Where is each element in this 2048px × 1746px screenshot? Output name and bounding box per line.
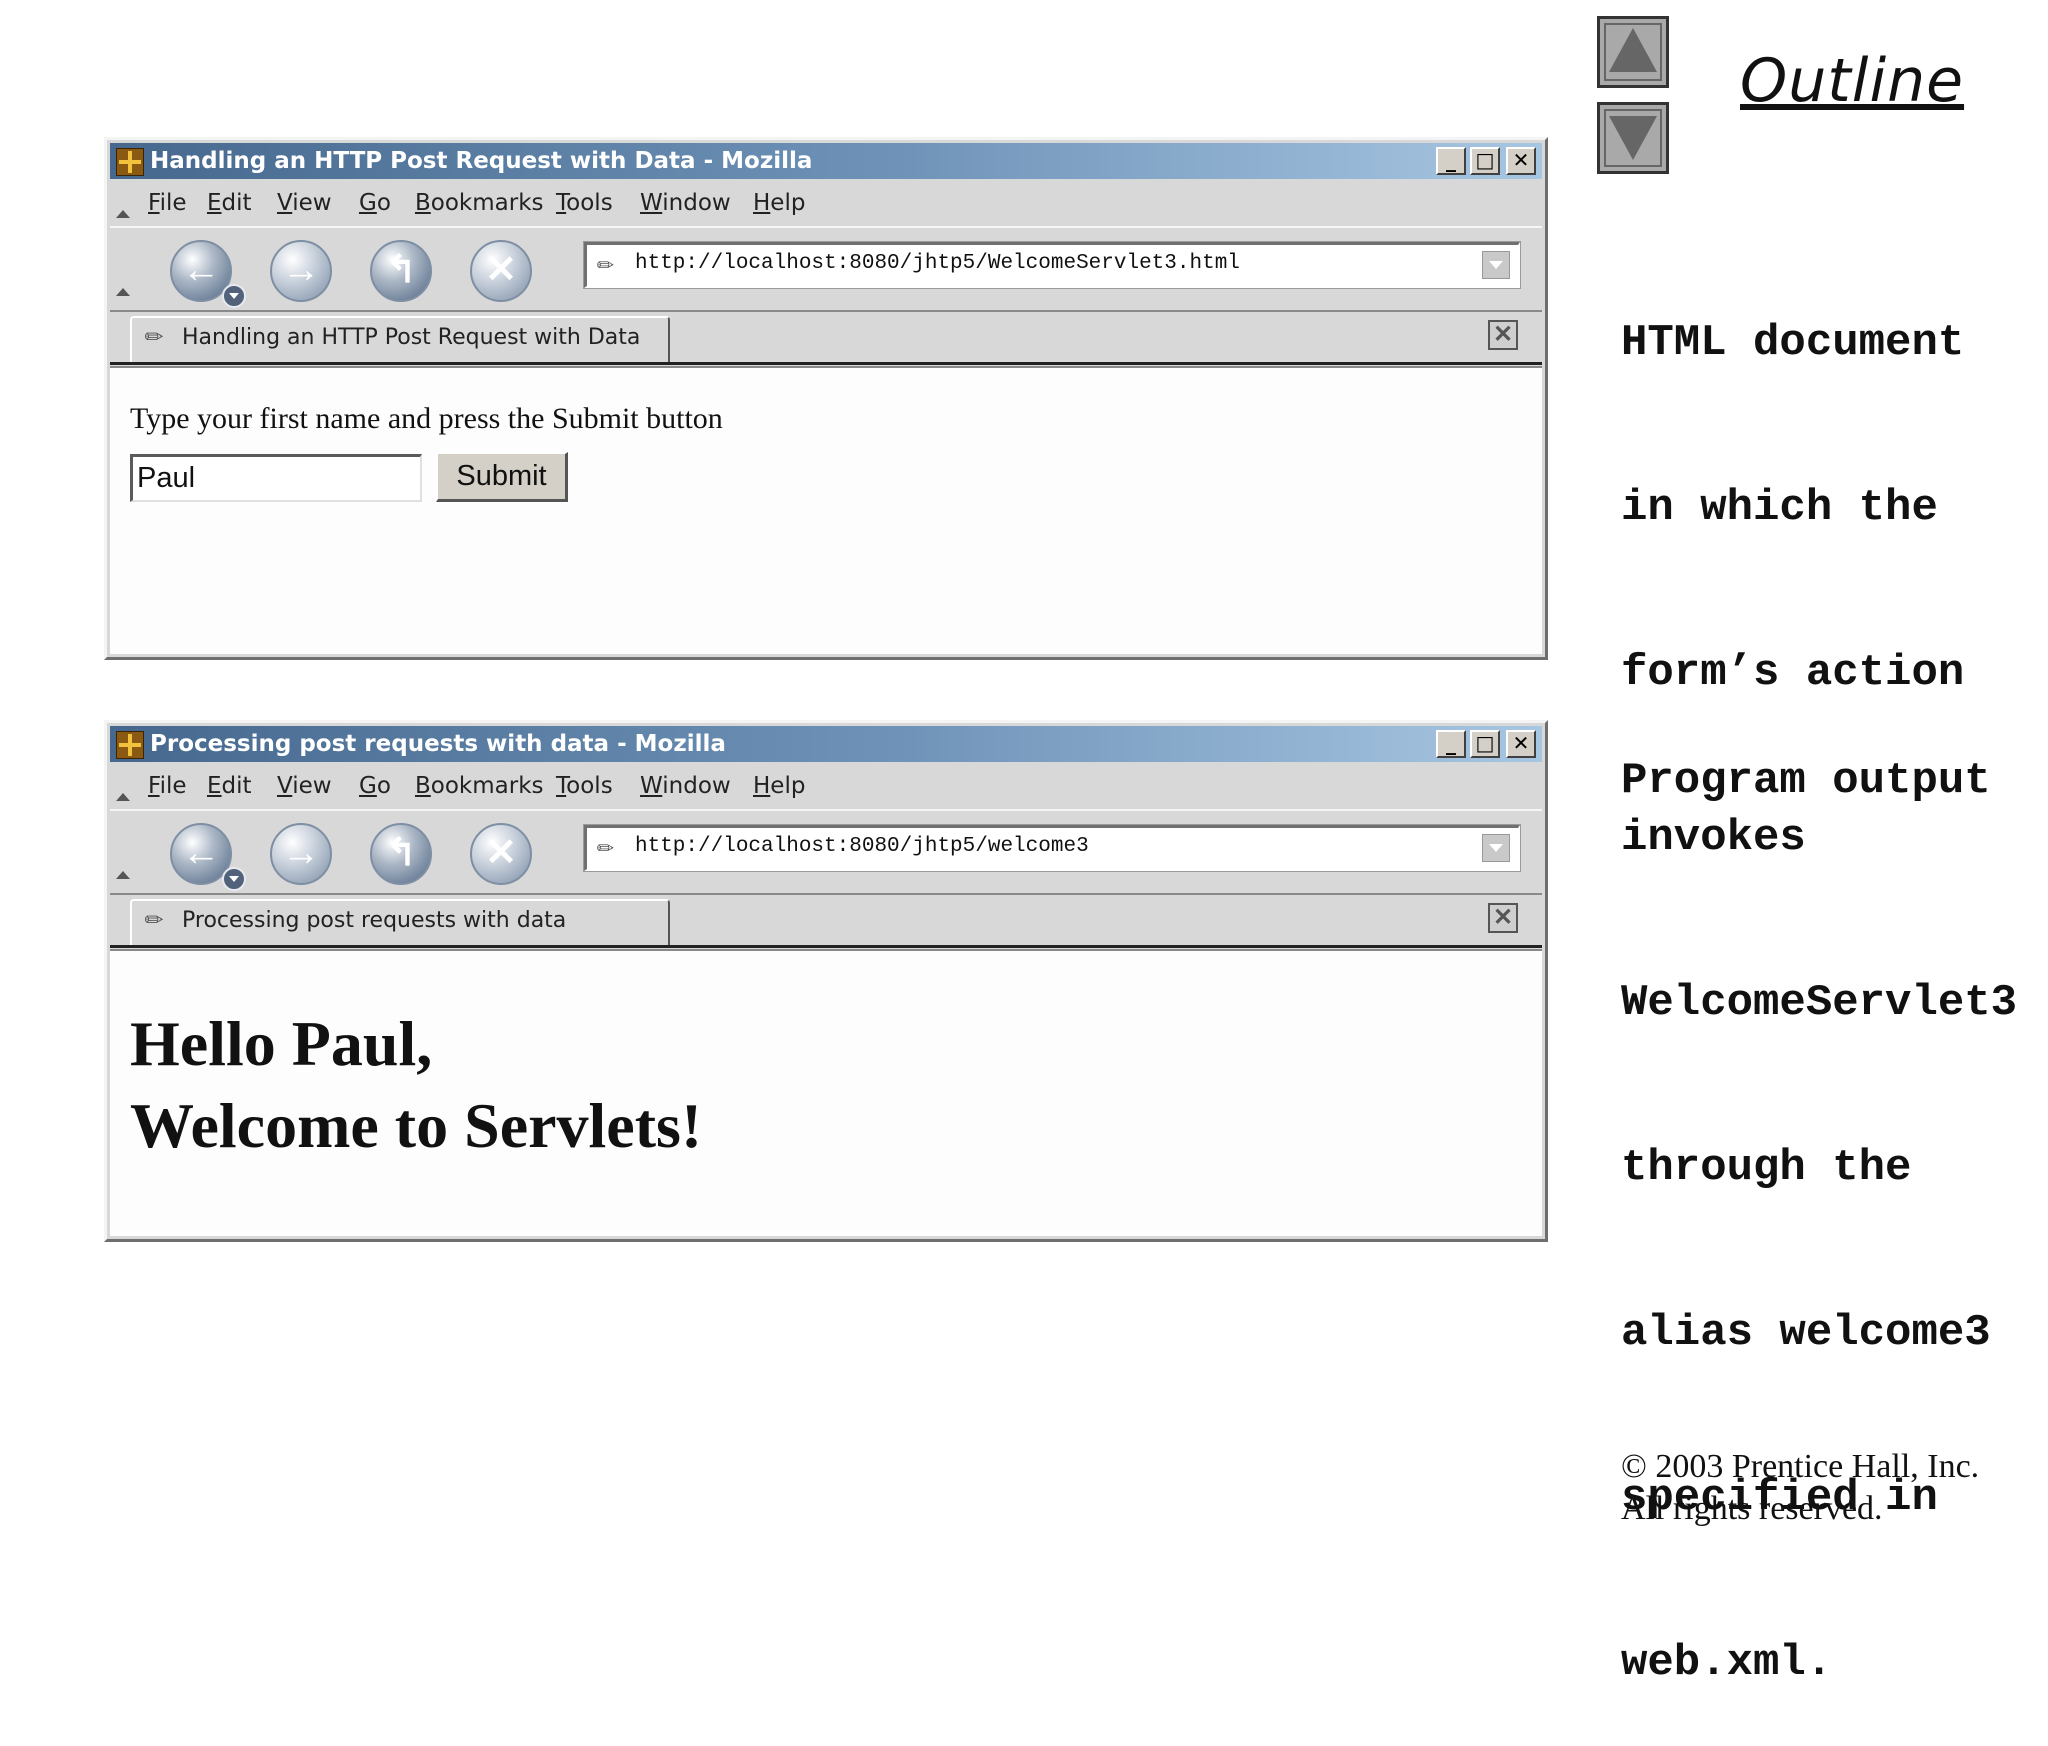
close-window-button[interactable]: ✕ xyxy=(1506,730,1536,758)
tab-label: Handling an HTTP Post Request with Data xyxy=(182,325,641,350)
next-slide-button[interactable] xyxy=(1597,102,1669,174)
close-tab-icon[interactable]: ✕ xyxy=(1488,903,1518,933)
note-line: invokes xyxy=(1621,813,1806,863)
minimize-button[interactable]: _ xyxy=(1436,730,1466,758)
browser-window-form: Handling an HTTP Post Request with Data … xyxy=(104,137,1548,660)
navigation-toolbar: ← → ↰ ✕ ✎ http://localhost:8080/jhtp5/we… xyxy=(110,809,1542,895)
menu-file[interactable]: File xyxy=(148,773,187,799)
first-name-input[interactable] xyxy=(130,454,422,502)
back-arrow-icon: ← xyxy=(182,832,220,874)
back-arrow-icon: ← xyxy=(182,249,220,291)
greeting-line-2: Welcome to Servlets! xyxy=(130,1090,703,1161)
tab-current[interactable]: ✎ Handling an HTTP Post Request with Dat… xyxy=(130,316,670,362)
note-line: HTML document xyxy=(1621,318,1965,368)
note-line: WelcomeServlet3 xyxy=(1621,978,2018,1028)
close-window-button[interactable]: ✕ xyxy=(1506,147,1536,175)
back-button[interactable]: ← xyxy=(170,240,246,308)
program-output-label: Program output xyxy=(1621,756,1991,806)
address-bar[interactable]: ✎ http://localhost:8080/jhtp5/WelcomeSer… xyxy=(583,241,1521,289)
window-title: Processing post requests with data - Moz… xyxy=(150,731,726,757)
minimize-button[interactable]: _ xyxy=(1436,147,1466,175)
forward-arrow-icon: → xyxy=(282,832,320,874)
reload-button[interactable]: ↰ xyxy=(370,240,432,302)
copyright-notice: © 2003 Prentice Hall, Inc. All rights re… xyxy=(1621,1446,1979,1530)
maximize-button[interactable]: □ xyxy=(1470,730,1500,758)
window-title: Handling an HTTP Post Request with Data … xyxy=(150,148,813,174)
greeting-heading: Hello Paul, Welcome to Servlets! xyxy=(130,1003,702,1167)
stop-button[interactable]: ✕ xyxy=(470,240,532,302)
toolbar-grip-icon[interactable] xyxy=(116,210,130,218)
browser-window-result: Processing post requests with data - Moz… xyxy=(104,720,1548,1242)
maximize-button[interactable]: □ xyxy=(1470,147,1500,175)
url-text[interactable]: http://localhost:8080/jhtp5/welcome3 xyxy=(635,835,1089,858)
arrow-down-icon xyxy=(1609,116,1657,160)
arrow-up-icon xyxy=(1609,28,1657,72)
reload-button[interactable]: ↰ xyxy=(370,823,432,885)
tab-strip: ✎ Processing post requests with data ✕ xyxy=(110,895,1542,948)
title-bar[interactable]: Processing post requests with data - Moz… xyxy=(110,726,1542,762)
tab-current[interactable]: ✎ Processing post requests with data xyxy=(130,899,670,945)
url-text[interactable]: http://localhost:8080/jhtp5/WelcomeServl… xyxy=(635,252,1240,275)
page-icon: ✎ xyxy=(592,252,620,280)
mozilla-app-icon xyxy=(116,148,144,176)
toolbar-grip-icon[interactable] xyxy=(116,288,130,296)
back-history-dropdown-icon[interactable] xyxy=(222,284,246,308)
forward-button[interactable]: → xyxy=(270,823,332,885)
note-line: form’s action xyxy=(1621,648,1965,698)
menu-view[interactable]: View xyxy=(277,773,332,799)
submit-button[interactable]: Submit xyxy=(436,452,568,502)
menu-edit[interactable]: Edit xyxy=(207,190,252,216)
menu-bar: File Edit View Go Bookmarks Tools Window… xyxy=(110,765,1542,807)
menu-tools[interactable]: Tools xyxy=(556,773,613,799)
page-icon: ✎ xyxy=(592,835,620,863)
url-dropdown-icon[interactable] xyxy=(1482,834,1510,862)
menu-help[interactable]: Help xyxy=(753,773,805,799)
greeting-line-1: Hello Paul, xyxy=(130,1008,433,1079)
back-history-dropdown-icon[interactable] xyxy=(222,867,246,891)
toolbar-grip-icon[interactable] xyxy=(116,871,130,879)
reload-icon: ↰ xyxy=(385,249,417,291)
page-content: Hello Paul, Welcome to Servlets! xyxy=(110,949,1542,1236)
forward-button[interactable]: → xyxy=(270,240,332,302)
title-bar[interactable]: Handling an HTTP Post Request with Data … xyxy=(110,143,1542,179)
menu-help[interactable]: Help xyxy=(753,190,805,216)
note-line: web.xml. xyxy=(1621,1638,1833,1688)
outline-title: Outline xyxy=(1740,46,1965,116)
menu-go[interactable]: Go xyxy=(359,773,391,799)
previous-slide-button[interactable] xyxy=(1597,16,1669,88)
stop-icon: ✕ xyxy=(485,249,517,291)
stop-button[interactable]: ✕ xyxy=(470,823,532,885)
menu-window[interactable]: Window xyxy=(640,773,731,799)
menu-bar: File Edit View Go Bookmarks Tools Window… xyxy=(110,182,1542,224)
address-bar[interactable]: ✎ http://localhost:8080/jhtp5/welcome3 xyxy=(583,824,1521,872)
mozilla-app-icon xyxy=(116,731,144,759)
menu-go[interactable]: Go xyxy=(359,190,391,216)
navigation-toolbar: ← → ↰ ✕ ✎ http://localhost:8080/jhtp5/We… xyxy=(110,226,1542,312)
toolbar-grip-icon[interactable] xyxy=(116,793,130,801)
menu-view[interactable]: View xyxy=(277,190,332,216)
note-line: in which the xyxy=(1621,483,1938,533)
form-instruction: Type your first name and press the Submi… xyxy=(130,402,723,435)
close-tab-icon[interactable]: ✕ xyxy=(1488,320,1518,350)
menu-edit[interactable]: Edit xyxy=(207,773,252,799)
menu-tools[interactable]: Tools xyxy=(556,190,613,216)
tab-label: Processing post requests with data xyxy=(182,908,567,933)
menu-bookmarks[interactable]: Bookmarks xyxy=(415,190,544,216)
back-button[interactable]: ← xyxy=(170,823,246,891)
copyright-line-2: All rights reserved. xyxy=(1621,1490,1883,1527)
url-dropdown-icon[interactable] xyxy=(1482,251,1510,279)
tab-strip: ✎ Handling an HTTP Post Request with Dat… xyxy=(110,312,1542,365)
menu-window[interactable]: Window xyxy=(640,190,731,216)
note-line: alias welcome3 xyxy=(1621,1308,1991,1358)
page-icon: ✎ xyxy=(139,322,171,354)
reload-icon: ↰ xyxy=(385,832,417,874)
page-icon: ✎ xyxy=(139,905,171,937)
stop-icon: ✕ xyxy=(485,832,517,874)
copyright-line-1: © 2003 Prentice Hall, Inc. xyxy=(1621,1448,1980,1485)
menu-bookmarks[interactable]: Bookmarks xyxy=(415,773,544,799)
page-content: Type your first name and press the Submi… xyxy=(110,366,1542,654)
menu-file[interactable]: File xyxy=(148,190,187,216)
note-line: through the xyxy=(1621,1143,1912,1193)
forward-arrow-icon: → xyxy=(282,249,320,291)
